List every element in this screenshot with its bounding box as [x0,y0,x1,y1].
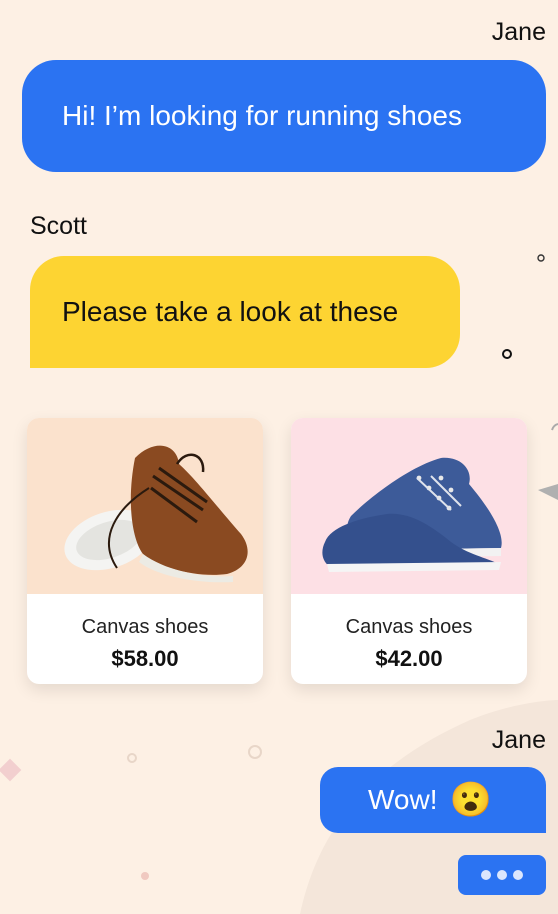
typing-dot [513,870,523,880]
sender-name-jane: Jane [491,18,546,46]
typing-dot [481,870,491,880]
product-card[interactable]: Canvas shoes $58.00 [27,418,263,684]
sender-name-scott: Scott [30,212,87,240]
surprised-emoji-icon: 😮 [449,781,492,819]
product-image [291,418,527,594]
product-card[interactable]: Canvas shoes $42.00 [291,418,527,684]
blue-shoe-icon [322,457,502,572]
message-text: Wow! [368,784,438,815]
message-bubble-jane: Hi! I’m looking for running shoes [22,60,546,172]
brown-shoe-icon [64,445,248,583]
product-name: Canvas shoes [345,616,473,638]
product-image [27,418,263,594]
message-text: Hi! I’m looking for running shoes [62,100,462,131]
message-text: Please take a look at these [62,296,399,327]
product-price: $42.00 [375,646,443,671]
product-price: $58.00 [111,646,179,671]
typing-dot [497,870,507,880]
message-bubble-jane: Wow! 😮 [320,767,546,833]
typing-indicator [458,855,546,895]
product-name: Canvas shoes [81,616,209,638]
sender-name-jane: Jane [491,726,546,754]
message-bubble-scott: Please take a look at these [30,256,460,368]
